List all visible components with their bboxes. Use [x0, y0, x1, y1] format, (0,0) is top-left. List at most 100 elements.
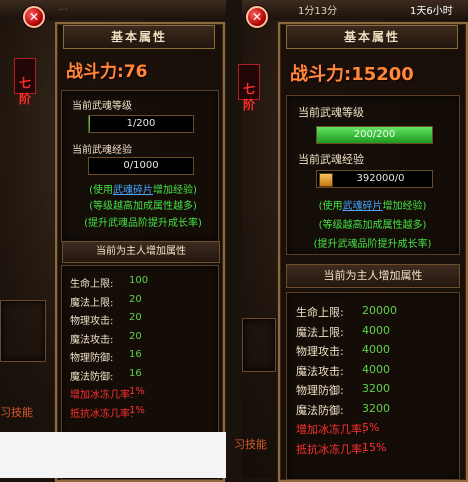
right-combat-label: 战斗力: [290, 64, 352, 85]
left-hint-3: (提升武魂品阶提升成长率) [84, 218, 202, 229]
left-header-title: 基本属性 [110, 30, 167, 44]
right-stat-row: 魔法攻击: 4000 [296, 363, 456, 383]
close-icon: ✕ [28, 10, 40, 24]
left-top-bar-text: ... [58, 2, 68, 13]
right-soul-exp-value: 392000/0 [356, 173, 405, 184]
right-stat-row: 物理攻击: 4000 [296, 343, 456, 363]
left-stat-label: 魔法防御: [70, 371, 114, 383]
left-bottom-white-area [0, 432, 226, 478]
right-stat-value: 4000 [362, 362, 390, 376]
right-stat-value: 3200 [362, 382, 390, 395]
right-stats-list: 生命上限: 20000 魔法上限: 4000 物理攻击: 4000 魔法攻击: 4000 物理防… [296, 304, 456, 474]
left-stat-label: 生命上限: [70, 279, 114, 290]
close-icon: ✕ [251, 10, 263, 24]
left-soul-exp-value: 0/1000 [123, 160, 159, 171]
right-header-title: 基本属性 [343, 30, 400, 44]
right-hint-2: (等级越高加成属性越多) [318, 220, 427, 231]
left-stat-value: 1% [129, 404, 145, 416]
right-soul-level-label: 当前武魂等级 [298, 106, 364, 119]
left-stat-value: 20 [129, 312, 142, 323]
right-hint-3: (提升武魂品阶提升成长率) [313, 239, 432, 250]
right-top-right-text: 1天6小时 [410, 6, 453, 17]
left-side-frame [0, 300, 46, 362]
right-stat-label: 魔法上限: [296, 325, 344, 339]
left-stat-label: 魔法上限: [70, 297, 114, 309]
left-soul-exp-label: 当前武魂经验 [72, 145, 132, 156]
left-hint-1: (使用武魂碎片增加经验) [89, 185, 197, 196]
left-stat-label: 抵抗冰冻几率: [70, 408, 134, 420]
right-stat-label: 增加冰冻几率: [296, 423, 366, 436]
left-stat-label: 魔法攻击: [70, 334, 114, 346]
right-soul-exp-label: 当前武魂经验 [298, 153, 364, 166]
right-stat-row: 魔法上限: 4000 [296, 324, 456, 344]
right-soul-exp-bar: 392000/0 [316, 170, 433, 188]
left-soul-level-fill [89, 116, 90, 132]
left-soul-level-value: 1/200 [126, 118, 156, 129]
right-stat-value: 4000 [362, 343, 390, 356]
left-stat-label: 物理攻击: [70, 316, 114, 327]
right-stat-value: 5% [362, 421, 380, 434]
right-stat-row: 增加冰冻几率: 5% [296, 421, 456, 441]
left-soul-exp-bar: 0/1000 [88, 157, 194, 175]
right-stat-row: 抵抗冰冻几率: 15% [296, 441, 456, 461]
right-stat-value: 3200 [362, 401, 390, 415]
left-soul-shard-link[interactable]: 武魂碎片 [113, 185, 153, 196]
right-stat-row: 物理防御: 3200 [296, 382, 456, 402]
left-section-title: 当前为主人增加属性 [62, 241, 220, 263]
right-hint-1: (使用武魂碎片增加经验) [318, 201, 427, 212]
right-stat-label: 抵抗冰冻几率: [296, 442, 366, 456]
right-stat-row: 魔法防御: 3200 [296, 402, 456, 422]
right-combat-power: 战斗力:15200 [290, 60, 460, 85]
left-stat-value: 16 [129, 367, 142, 379]
left-stat-row: 增加冰冻几率: 1% [70, 386, 210, 405]
right-stat-value: 20000 [362, 304, 397, 317]
right-side-text: 习技能 [234, 438, 267, 451]
left-stat-row: 物理攻击: 20 [70, 312, 210, 331]
left-stat-row: 魔法防御: 16 [70, 368, 210, 387]
right-top-text: 1分13分 [298, 6, 338, 17]
right-rank-badge: 七 阶 [238, 64, 260, 112]
left-combat-power: 战斗力:76 [66, 57, 216, 82]
right-soul-level-bar: 200/200 [316, 126, 433, 144]
right-stat-label: 生命上限: [296, 306, 344, 319]
rank-text: 七 阶 [242, 82, 255, 112]
left-combat-value: 76 [123, 62, 148, 82]
left-stat-row: 抵抗冰冻几率: 1% [70, 405, 210, 424]
left-stat-row: 生命上限: 100 [70, 275, 210, 294]
right-section-title: 当前为主人增加属性 [286, 264, 460, 288]
left-hint-2: (等级越高加成属性越多) [89, 201, 197, 212]
right-side-frame [242, 318, 276, 372]
left-combat-label: 战斗力: [66, 62, 124, 82]
right-header: 基本属性 [286, 25, 458, 49]
left-stat-value: 20 [129, 330, 142, 342]
left-stat-value: 16 [129, 349, 142, 360]
rank-text: 七 阶 [18, 76, 31, 106]
left-soul-level-bar: 1/200 [88, 115, 194, 133]
right-stat-label: 魔法攻击: [296, 364, 344, 378]
right-stat-value: 15% [362, 440, 387, 454]
left-stat-label: 增加冰冻几率: [70, 390, 134, 401]
left-stat-value: 100 [129, 275, 149, 286]
right-stat-row: 生命上限: 20000 [296, 304, 456, 324]
right-combat-value: 15200 [351, 64, 414, 85]
left-stat-row: 魔法攻击: 20 [70, 331, 210, 350]
right-stat-value: 4000 [362, 323, 390, 337]
left-stat-label: 物理防御: [70, 353, 114, 364]
left-stats-list: 生命上限: 100 魔法上限: 20 物理攻击: 20 魔法攻击: 20 物理防御: 16 魔法防御… [70, 275, 210, 455]
left-soul-level-label: 当前武魂等级 [72, 101, 132, 112]
left-rank-badge: 七 阶 [14, 58, 36, 106]
right-stat-label: 物理防御: [296, 384, 344, 397]
right-stat-label: 物理攻击: [296, 345, 344, 358]
left-header: 基本属性 [63, 25, 215, 49]
right-soul-shard-link[interactable]: 武魂碎片 [343, 201, 383, 212]
left-stat-value: 20 [129, 293, 142, 305]
left-stat-row: 物理防御: 16 [70, 349, 210, 368]
right-exp-orange-icon [319, 173, 333, 187]
left-close-icon[interactable]: ✕ [23, 6, 45, 28]
left-stat-value: 1% [129, 386, 145, 397]
left-side-text: 习技能 [0, 406, 33, 419]
right-soul-level-value: 200/200 [353, 129, 396, 140]
right-stat-label: 魔法防御: [296, 403, 344, 417]
left-stat-row: 魔法上限: 20 [70, 294, 210, 313]
right-close-icon[interactable]: ✕ [246, 6, 268, 28]
